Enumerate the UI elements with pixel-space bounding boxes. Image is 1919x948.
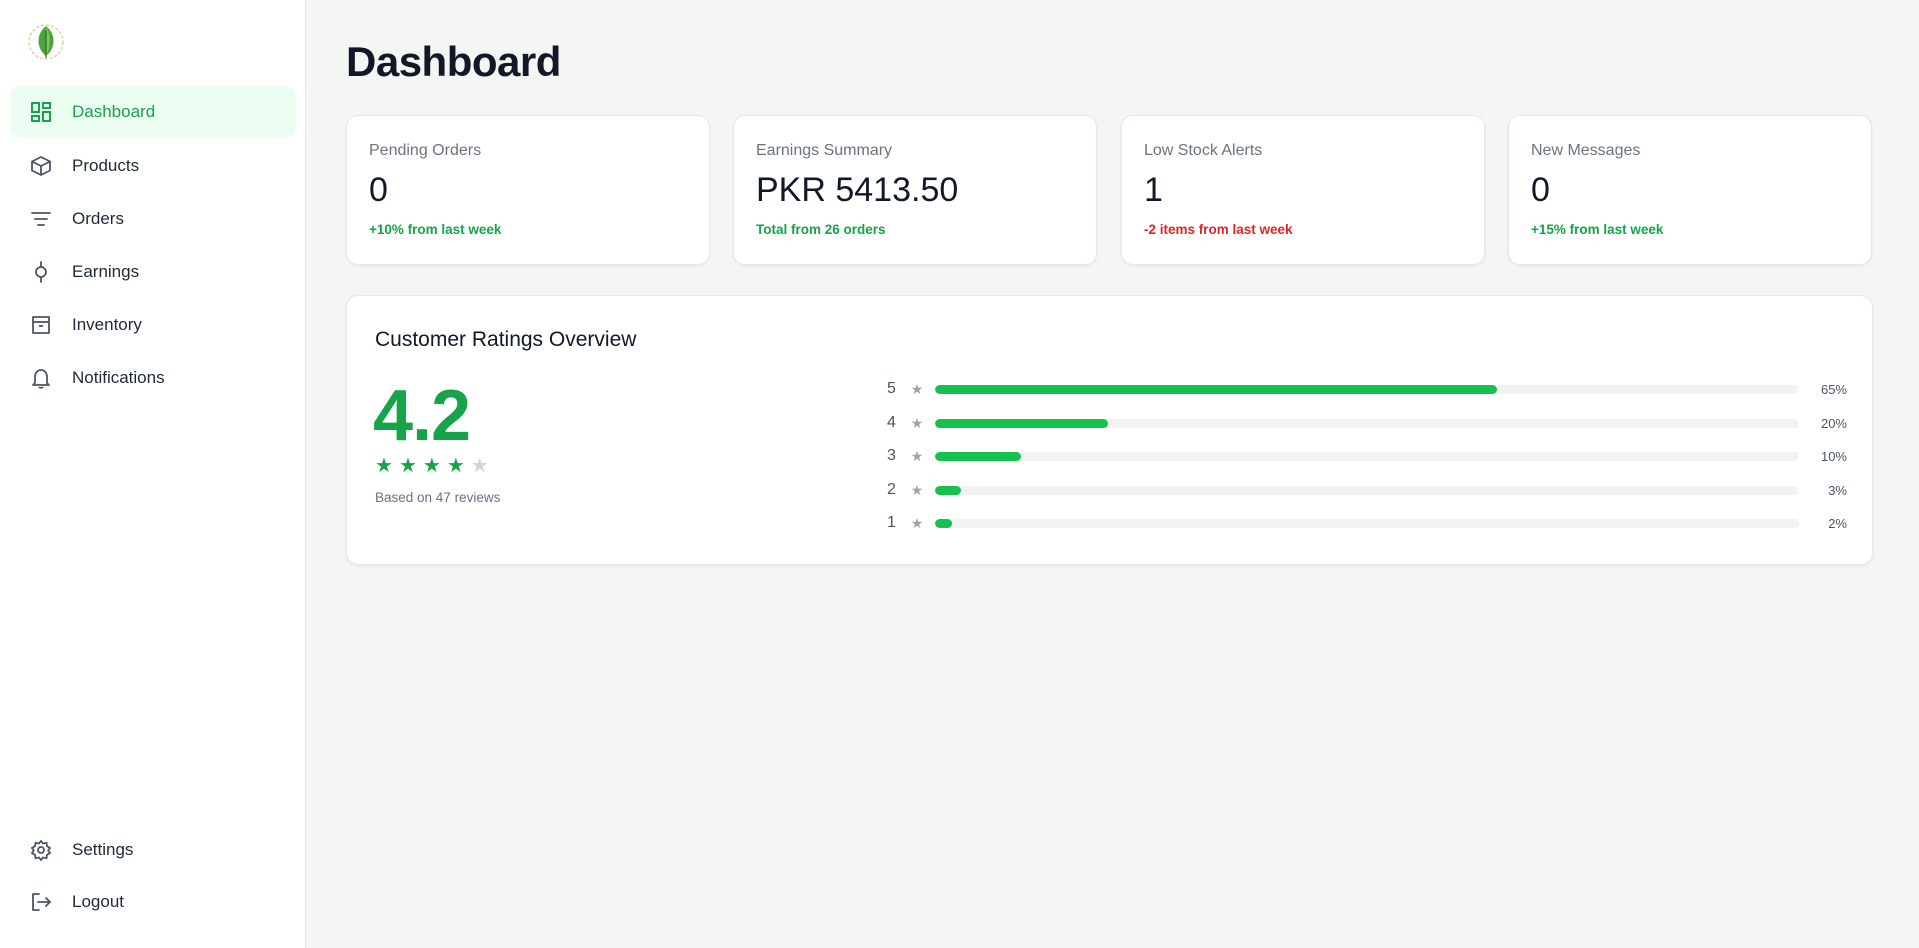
page-title: Dashboard bbox=[346, 38, 561, 85]
card-value: 0 bbox=[369, 171, 388, 209]
sidebar-item-label: Settings bbox=[72, 840, 134, 859]
reviews-count: Based on 47 reviews bbox=[375, 490, 501, 505]
box-icon bbox=[30, 155, 52, 177]
low-stock-alerts-card: Low Stock Alerts 1 -2 items from last we… bbox=[1121, 115, 1485, 265]
rating-bar-track bbox=[935, 418, 1799, 428]
star-icon: ★ bbox=[910, 447, 924, 464]
rating-bar-stars: 4 bbox=[887, 414, 896, 431]
card-label: Pending Orders bbox=[369, 142, 482, 159]
customer-ratings-panel: Customer Ratings Overview 4.2 ★ ★ ★ ★ ★ Base… bbox=[346, 295, 1873, 565]
star-icon: ★ bbox=[910, 380, 924, 397]
sidebar-item-label: Dashboard bbox=[72, 102, 156, 121]
rating-bar-fill bbox=[935, 384, 1497, 394]
average-rating: 4.2 bbox=[373, 376, 471, 456]
rating-bar-row: 2 ★ 3% bbox=[887, 480, 1847, 500]
new-messages-card: New Messages 0 +15% from last week bbox=[1508, 115, 1872, 265]
rating-bar-percent: 3% bbox=[1828, 482, 1847, 498]
sidebar-item-label: Earnings bbox=[72, 262, 140, 281]
star-icon: ★ bbox=[910, 414, 924, 431]
sidebar-item-label: Notifications bbox=[72, 368, 165, 387]
gear-icon bbox=[30, 839, 52, 861]
card-value: 0 bbox=[1531, 171, 1550, 209]
rating-bar-row: 4 ★ 20% bbox=[887, 413, 1847, 433]
star-icon: ★ bbox=[470, 455, 489, 477]
card-label: Earnings Summary bbox=[756, 142, 893, 159]
card-value: PKR 5413.50 bbox=[756, 171, 959, 209]
logout-icon bbox=[30, 891, 52, 913]
star-icon: ★ bbox=[910, 481, 924, 498]
rating-bar-fill bbox=[935, 485, 961, 495]
rating-bar-track bbox=[935, 451, 1799, 461]
rating-bar-percent: 2% bbox=[1828, 515, 1847, 531]
coin-icon bbox=[30, 261, 52, 283]
card-label: Low Stock Alerts bbox=[1144, 142, 1263, 159]
sidebar: Dashboard Products Orders Earnings Inven… bbox=[0, 0, 306, 948]
filter-icon bbox=[30, 208, 52, 230]
rating-bar-stars: 2 bbox=[887, 481, 896, 498]
rating-bar-row: 1 ★ 2% bbox=[887, 513, 1847, 533]
card-note: -2 items from last week bbox=[1144, 222, 1293, 237]
rating-bar-percent: 20% bbox=[1820, 415, 1847, 431]
rating-bar-fill bbox=[935, 518, 953, 528]
star-icon: ★ bbox=[446, 455, 465, 477]
rating-bar-percent: 65% bbox=[1820, 381, 1847, 397]
star-icon: ★ bbox=[422, 455, 441, 477]
rating-bar-track bbox=[935, 518, 1799, 528]
sidebar-item-earnings[interactable]: Earnings bbox=[10, 246, 296, 298]
rating-bar-track bbox=[935, 384, 1799, 394]
rating-bar-stars: 3 bbox=[887, 447, 896, 464]
sidebar-item-label: Inventory bbox=[72, 315, 142, 334]
card-label: New Messages bbox=[1531, 142, 1641, 159]
dashboard-icon bbox=[30, 101, 52, 123]
sidebar-item-logout[interactable]: Logout bbox=[10, 876, 296, 928]
card-note: Total from 26 orders bbox=[756, 222, 886, 237]
star-icon: ★ bbox=[398, 455, 417, 477]
rating-bar-stars: 1 bbox=[887, 514, 896, 531]
rating-bar-row: 3 ★ 10% bbox=[887, 446, 1847, 466]
sidebar-item-products[interactable]: Products bbox=[10, 140, 296, 192]
star-icon: ★ bbox=[375, 455, 393, 477]
sidebar-item-inventory[interactable]: Inventory bbox=[10, 299, 296, 351]
card-note: +10% from last week bbox=[369, 222, 502, 237]
sidebar-item-label: Orders bbox=[72, 209, 124, 228]
sidebar-item-orders[interactable]: Orders bbox=[10, 193, 296, 245]
card-note: +15% from last week bbox=[1531, 222, 1664, 237]
archive-icon bbox=[30, 314, 52, 336]
rating-bar-stars: 5 bbox=[887, 380, 896, 397]
rating-stars: ★ ★ ★ ★ ★ bbox=[375, 456, 489, 476]
leaf-logo[interactable] bbox=[26, 22, 66, 62]
rating-bar-row: 5 ★ 65% bbox=[887, 379, 1847, 399]
ratings-title: Customer Ratings Overview bbox=[375, 328, 637, 351]
sidebar-item-dashboard[interactable]: Dashboard bbox=[10, 86, 296, 138]
bell-icon bbox=[30, 367, 52, 389]
sidebar-item-label: Logout bbox=[72, 892, 124, 911]
rating-bar-percent: 10% bbox=[1820, 448, 1847, 464]
sidebar-item-label: Products bbox=[72, 156, 140, 175]
sidebar-item-notifications[interactable]: Notifications bbox=[10, 352, 296, 404]
rating-bar-fill bbox=[935, 451, 1022, 461]
sidebar-item-settings[interactable]: Settings bbox=[10, 824, 296, 876]
rating-bar-fill bbox=[935, 418, 1108, 428]
card-value: 1 bbox=[1144, 171, 1163, 209]
rating-bar-track bbox=[935, 485, 1799, 495]
earnings-summary-card: Earnings Summary PKR 5413.50 Total from … bbox=[733, 115, 1097, 265]
pending-orders-card: Pending Orders 0 +10% from last week bbox=[346, 115, 710, 265]
star-icon: ★ bbox=[910, 514, 924, 531]
